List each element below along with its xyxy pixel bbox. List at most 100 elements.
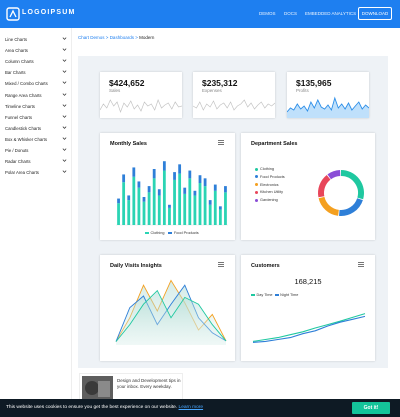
- chevron-down-icon[interactable]: [62, 158, 67, 163]
- cookie-text: This website uses cookies to ensure you …: [6, 405, 203, 410]
- bar-clothing: [203, 186, 207, 225]
- sidebar-item-label: Pie / Donuts: [5, 148, 29, 153]
- bar-clothing: [218, 209, 222, 225]
- bar-food-products: [168, 204, 171, 208]
- cookie-message: This website uses cookies to ensure you …: [6, 405, 178, 410]
- sparkline-line: [100, 99, 182, 114]
- chevron-down-icon[interactable]: [62, 125, 67, 130]
- bar-clothing: [122, 182, 126, 225]
- bar-food-products: [178, 164, 182, 174]
- chevron-down-icon[interactable]: [62, 36, 67, 41]
- sidebar-item[interactable]: Column Charts: [5, 58, 67, 66]
- chevron-down-icon[interactable]: [62, 80, 67, 85]
- sidebar-item-label: Timeline Charts: [5, 103, 35, 109]
- sidebar-item-label: Funnel Charts: [5, 114, 32, 120]
- sparkline-area: [287, 98, 369, 118]
- legend-swatch: [145, 231, 149, 235]
- sales-sparkline: [100, 99, 182, 114]
- logo-text[interactable]: LOGOIPSUM: [22, 9, 76, 16]
- bar-food-products: [117, 198, 120, 204]
- sidebar-item-label: Mixed / Combo Charts: [5, 81, 48, 87]
- sidebar-item[interactable]: Funnel Charts: [5, 114, 67, 122]
- nav-docs[interactable]: DOCS: [284, 11, 297, 16]
- sidebar: Line Charts Area Charts Column Charts Bar C…: [0, 28, 72, 417]
- expenses-stat-card: $235,312 Expenses: [193, 72, 275, 118]
- chevron-down-icon[interactable]: [62, 114, 67, 119]
- donut-slice-clothing: [340, 170, 364, 200]
- sidebar-item[interactable]: Polar Area Charts: [5, 169, 67, 177]
- top-navbar: LOGOIPSUM DEMOS DOCS EMBEDDED ANALYTICS …: [0, 0, 400, 28]
- expenses-sparkline: [193, 99, 275, 111]
- monthly-sales-legend: Clothing Food Products: [145, 231, 203, 235]
- bar-food-products: [127, 195, 131, 201]
- nav-demos[interactable]: DEMOS: [259, 11, 276, 16]
- cookie-accept-button[interactable]: Got it!: [352, 402, 390, 414]
- bar-clothing: [117, 203, 120, 225]
- monthly-sales-card: Monthly Sales Clothing Food Products: [100, 133, 235, 240]
- learn-more-link[interactable]: Learn more: [179, 405, 204, 410]
- chevron-down-icon[interactable]: [62, 147, 67, 152]
- sidebar-item-label: Polar Area Charts: [5, 170, 39, 176]
- chevron-down-icon[interactable]: [62, 169, 67, 174]
- donut-slice-food-products: [339, 198, 363, 216]
- sidebar-item[interactable]: Area Charts: [5, 47, 67, 55]
- legend-label: Clothing: [150, 231, 165, 235]
- sidebar-item[interactable]: Pie / Donuts: [5, 147, 67, 155]
- bar-food-products: [122, 174, 126, 183]
- bar-clothing: [168, 207, 171, 225]
- sidebar-item[interactable]: Radar Charts: [5, 158, 67, 166]
- bar-food-products: [147, 186, 151, 193]
- daily-visits-card: Daily Visits Insights: [100, 255, 235, 361]
- sidebar-item[interactable]: Mixed / Combo Charts: [5, 80, 67, 88]
- bar-food-products: [198, 175, 202, 183]
- logo-icon[interactable]: [6, 7, 20, 21]
- donut-slice-kitchen-utility: [318, 174, 331, 198]
- bar-food-products: [224, 186, 227, 193]
- bar-food-products: [203, 178, 207, 187]
- sidebar-item[interactable]: Bar Charts: [5, 69, 67, 77]
- department-sales-donut: [318, 170, 364, 216]
- breadcrumb-item-dashboards[interactable]: Dashboards: [110, 35, 134, 40]
- bar-food-products: [213, 184, 217, 191]
- breadcrumb-separator: >: [135, 35, 138, 40]
- chevron-down-icon[interactable]: [62, 58, 67, 63]
- bar-food-products: [162, 161, 166, 171]
- chevron-down-icon[interactable]: [62, 136, 67, 141]
- promo-text: Design and Development tips in your inbo…: [117, 378, 181, 389]
- bar-clothing: [132, 176, 136, 225]
- sidebar-item-label: Box & Whisker Charts: [5, 136, 48, 142]
- sidebar-item[interactable]: Line Charts: [5, 36, 67, 44]
- donut-slice-gardening: [327, 170, 341, 180]
- sidebar-item[interactable]: Range Area Charts: [5, 92, 67, 100]
- daily-visits-chart: [115, 279, 227, 345]
- bar-clothing: [162, 170, 166, 225]
- bar-food-products: [218, 206, 222, 210]
- breadcrumb-item-chart-demos[interactable]: Chart Demos: [78, 35, 105, 40]
- bar-clothing: [178, 173, 182, 225]
- monthly-sales-chart: [116, 161, 228, 226]
- bar-food-products: [142, 197, 146, 202]
- sidebar-item-label: Line Charts: [5, 37, 27, 42]
- bar-clothing: [157, 195, 161, 225]
- bar-clothing: [188, 178, 192, 225]
- breadcrumb: Chart Demos > Dashboards > Modern: [78, 35, 154, 40]
- bar-food-products: [157, 189, 161, 196]
- nav-embedded-analytics[interactable]: EMBEDDED ANALYTICS: [305, 11, 356, 16]
- chevron-down-icon[interactable]: [62, 103, 67, 108]
- sidebar-item[interactable]: Timeline Charts: [5, 103, 67, 111]
- sidebar-item-label: Column Charts: [5, 59, 34, 65]
- profits-sparkline: [287, 96, 369, 118]
- customers-card: Customers 168,215 Day Time Night Time: [241, 255, 375, 361]
- bar-clothing: [224, 192, 227, 225]
- download-button[interactable]: DOWNLOAD: [358, 7, 392, 20]
- bar-clothing: [193, 195, 197, 225]
- sidebar-item[interactable]: Box & Whisker Charts: [5, 136, 67, 144]
- bar-clothing: [127, 200, 131, 225]
- chevron-down-icon[interactable]: [62, 69, 67, 74]
- cookie-banner: This website uses cookies to ensure you …: [0, 399, 400, 417]
- sidebar-item-label: Candlestick Charts: [5, 125, 42, 131]
- chevron-down-icon[interactable]: [62, 92, 67, 97]
- bar-food-products: [173, 172, 176, 180]
- sidebar-item[interactable]: Candlestick Charts: [5, 125, 67, 133]
- chevron-down-icon[interactable]: [62, 47, 67, 52]
